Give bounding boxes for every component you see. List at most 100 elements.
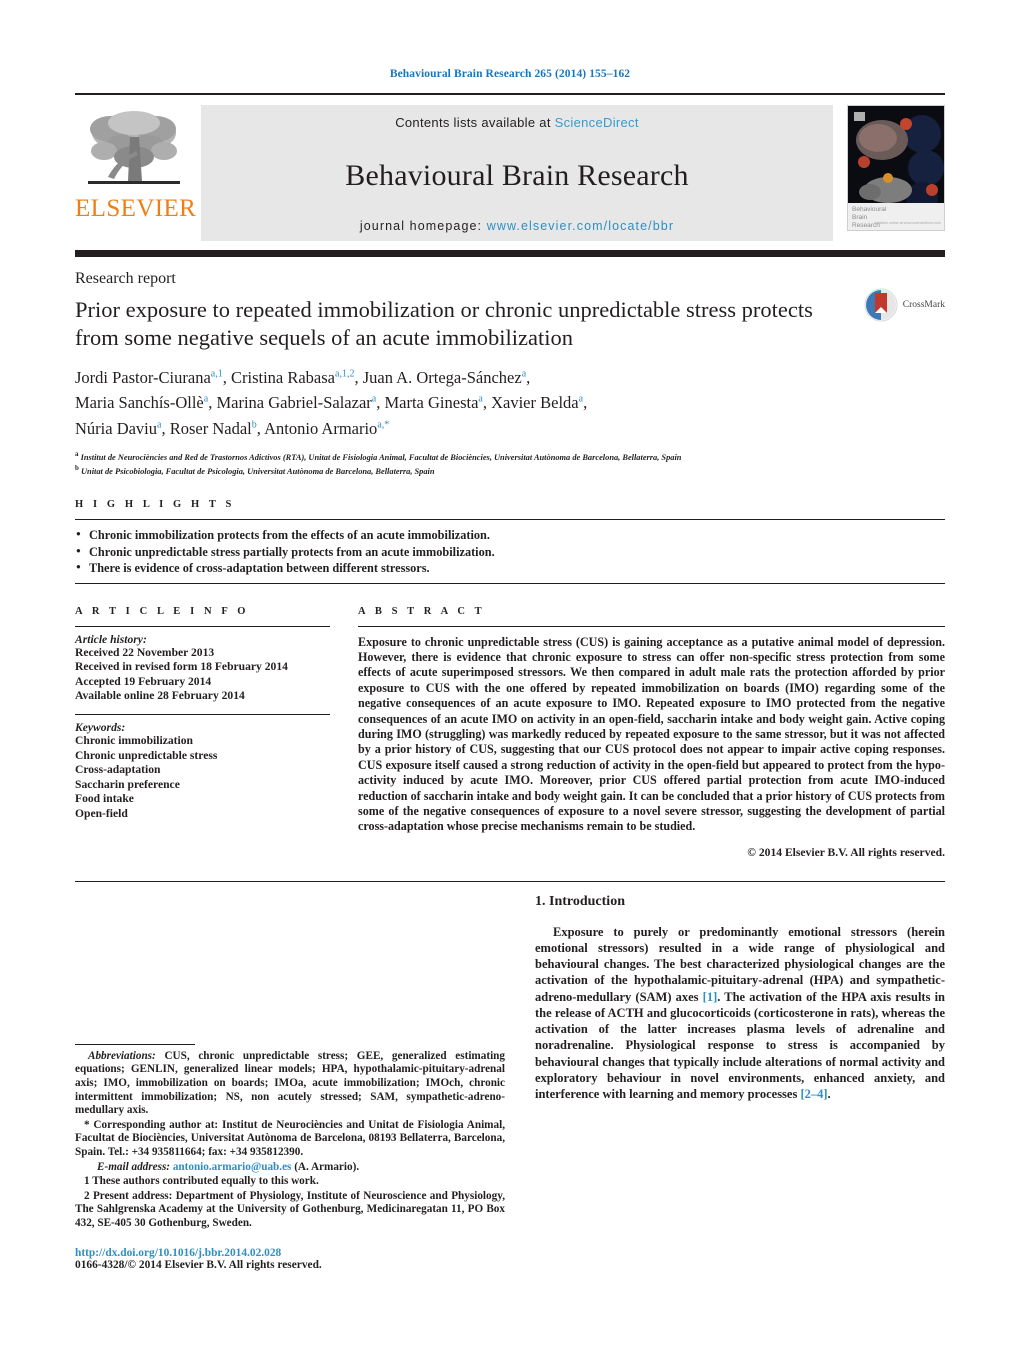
affiliation-list: a Institut de Neurociències and Red de T… (75, 449, 865, 478)
author-item: Xavier Beldaa, (491, 393, 588, 412)
article-info-heading: A R T I C L E I N F O (75, 605, 250, 617)
journal-cover-thumbnail[interactable]: Behavioural Brain Research available onl… (847, 105, 945, 231)
abstract-text: Exposure to chronic unpredictable stress… (358, 634, 945, 834)
affiliation-mark: a (75, 449, 79, 458)
citation-ref-1[interactable]: [1] (703, 990, 718, 1004)
abstract-copyright: © 2014 Elsevier B.V. All rights reserved… (747, 845, 945, 859)
cover-caption-line1: Behavioural (852, 206, 887, 213)
contents-prefix: Contents lists available at (395, 115, 555, 130)
body-columns: Abbreviations: CUS, chronic unpredictabl… (75, 882, 945, 1271)
keyword-item: Food intake (75, 792, 134, 806)
title-block: Research report Prior exposure to repeat… (75, 257, 945, 477)
cover-caption-tiny: available online at www.sciencedirect.co… (873, 221, 941, 225)
introduction-heading: 1. Introduction (535, 893, 625, 909)
introduction-column: 1. Introduction Exposure to purely or pr… (535, 894, 945, 1271)
highlights-section: H I G H L I G H T S Chronic immobilizati… (75, 477, 945, 584)
keywords-title: Keywords: (75, 720, 126, 734)
highlights-list: Chronic immobilization protects from the… (75, 520, 945, 583)
crossmark-icon (864, 288, 898, 322)
keyword-item: Open-field (75, 806, 128, 820)
homepage-prefix: journal homepage: (359, 219, 487, 233)
author-mark: a,1 (210, 368, 223, 379)
affiliation-item: a Institut de Neurociències and Red de T… (75, 449, 865, 463)
author-mark: b (251, 419, 257, 430)
doi-link[interactable]: http://dx.doi.org/10.1016/j.bbr.2014.02.… (75, 1247, 505, 1259)
article-history-item: Accepted 19 February 2014 (75, 674, 212, 688)
journal-band: Contents lists available at ScienceDirec… (201, 105, 833, 241)
article-history-item: Available online 28 February 2014 (75, 689, 245, 703)
article-history-title: Article history: (75, 632, 147, 646)
footnotes-column: Abbreviations: CUS, chronic unpredictabl… (75, 894, 505, 1271)
elsevier-logo: ELSEVIER (75, 105, 197, 222)
author-mark: a (157, 419, 162, 430)
footnote-separator (75, 1043, 195, 1045)
issn-copyright-line: 0166-4328/© 2014 Elsevier B.V. All right… (75, 1258, 322, 1271)
affiliation-item: b Unitat de Psicobiologia, Facultat de P… (75, 463, 865, 477)
abbreviations-note: Abbreviations: CUS, chronic unpredictabl… (75, 1050, 505, 1118)
footnote-2: 2 Present address: Department of Physiol… (75, 1189, 505, 1229)
author-item: Marta Ginestaa, (384, 393, 492, 412)
author-item: Maria Sanchís-Ollèa, (75, 393, 217, 412)
abbreviations-label: Abbreviations: (88, 1049, 156, 1062)
author-mark: a,1,2 (335, 368, 355, 379)
keyword-item: Cross-adaptation (75, 763, 161, 777)
email-link[interactable]: antonio.armario@uab.es (173, 1161, 292, 1173)
abstract-heading: A B S T R A C T (358, 605, 486, 617)
author-item: Roser Nadalb, (169, 418, 265, 438)
author-mark: a (578, 393, 584, 405)
author-mark: a (203, 393, 209, 405)
keyword-item: Saccharin preference (75, 777, 180, 791)
author-list: Jordi Pastor-Ciuranaa,1, Cristina Rabasa… (75, 363, 875, 440)
footer-block: http://dx.doi.org/10.1016/j.bbr.2014.02.… (75, 1247, 505, 1271)
email-note: E-mail address: antonio.armario@uab.es (… (75, 1161, 505, 1175)
elsevier-wordmark: ELSEVIER (75, 195, 197, 222)
author-item: Cristina Rabasaa,1,2, (230, 367, 363, 387)
list-item: Chronic unpredictable stress partially p… (75, 543, 945, 561)
abstract-column: A B S T R A C T Exposure to chronic unpr… (358, 606, 945, 859)
introduction-paragraph: Exposure to purely or predominantly emot… (535, 924, 945, 1102)
author-item: Jordi Pastor-Ciuranaa,1, (75, 367, 231, 387)
article-history-item: Received 22 November 2013 (75, 645, 215, 659)
info-abstract-section: A R T I C L E I N F O Article history: R… (75, 584, 945, 859)
affiliation-text: Unitat de Psicobiologia, Facultat de Psi… (80, 466, 435, 476)
article-history-item: Received in revised form 18 February 201… (75, 660, 288, 674)
email-label: E-mail address: (97, 1160, 171, 1173)
intro-text-part2: . The activation of the HPA axis results… (535, 989, 945, 1101)
sciencedirect-link[interactable]: ScienceDirect (555, 115, 639, 130)
journal-homepage-line: journal homepage: www.elsevier.com/locat… (201, 219, 833, 233)
author-item: Marina Gabriel-Salazara, (216, 393, 385, 412)
affiliation-text: Institut de Neurociències and Red de Tra… (80, 452, 682, 462)
keywords-rule (75, 713, 330, 715)
journal-homepage-link[interactable]: www.elsevier.com/locate/bbr (487, 219, 674, 233)
citation-ref-2[interactable]: [2–4] (800, 1087, 827, 1101)
highlights-heading: H I G H L I G H T S (75, 499, 235, 511)
crossmark-label: CrossMark (902, 300, 945, 310)
masthead-divider (75, 250, 945, 257)
corresponding-author-note: * Corresponding author at: Institut de N… (75, 1118, 505, 1159)
email-suffix: (A. Armario). (291, 1160, 360, 1173)
running-head: Behavioural Brain Research 265 (2014) 15… (389, 68, 631, 80)
author-item: Antonio Armarioa,* (264, 418, 390, 438)
article-page: Behavioural Brain Research 265 (2014) 15… (0, 0, 1020, 1351)
contents-available-line: Contents lists available at ScienceDirec… (201, 115, 833, 130)
journal-masthead: ELSEVIER Contents lists available at Sci… (75, 93, 945, 241)
affiliation-mark: b (75, 463, 79, 472)
article-info-column: A R T I C L E I N F O Article history: R… (75, 606, 330, 859)
footnotes-block: Abbreviations: CUS, chronic unpredictabl… (75, 1050, 505, 1231)
elsevier-tree-icon (88, 111, 180, 184)
author-item: Núria Daviua, (75, 418, 170, 438)
list-item: Chronic immobilization protects from the… (75, 526, 945, 544)
author-mark: a,* (377, 419, 390, 430)
author-mark: a (371, 393, 377, 405)
keyword-item: Chronic unpredictable stress (75, 748, 218, 762)
intro-text-part3: . (827, 1086, 831, 1101)
author-mark: a (521, 368, 527, 379)
list-item: There is evidence of cross-adaptation be… (75, 559, 945, 577)
keyword-item: Chronic immobilization (75, 733, 193, 747)
footnote-1: 1 These authors contributed equally to t… (84, 1175, 319, 1188)
page-title: Prior exposure to repeated immobilizatio… (75, 297, 813, 350)
crossmark-badge[interactable]: CrossMark (863, 287, 945, 323)
article-info-rule (75, 625, 330, 627)
author-item: Juan A. Ortega-Sáncheza, (362, 367, 531, 387)
journal-title: Behavioural Brain Research (345, 158, 689, 192)
